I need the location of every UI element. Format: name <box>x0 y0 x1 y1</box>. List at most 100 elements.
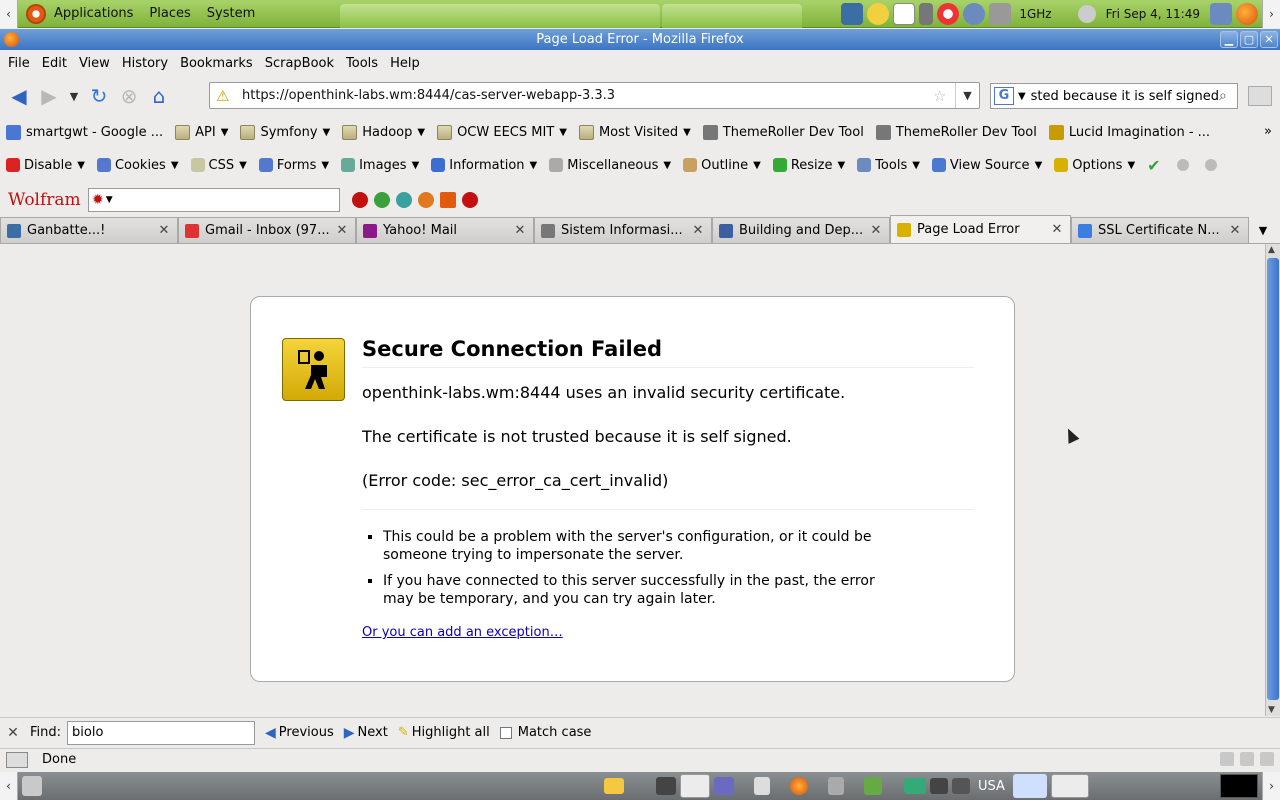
bookmark-item[interactable]: Most Visited ▼ <box>573 125 697 140</box>
show-desktop-icon[interactable] <box>22 776 42 796</box>
scroll-down-icon[interactable]: ▼ <box>1268 705 1275 715</box>
menu-file[interactable]: File <box>2 56 36 71</box>
thunderbird-icon[interactable] <box>841 2 864 25</box>
tab-3[interactable]: Sistem Informasi... ✕ <box>534 217 712 243</box>
reload-button[interactable]: ↻ <box>84 81 114 111</box>
taskbar-left-arrow[interactable]: ‹ <box>0 772 18 800</box>
scroll-up-icon[interactable]: ▲ <box>1268 245 1275 255</box>
back-button[interactable]: ◀ <box>4 81 34 111</box>
menu-help[interactable]: Help <box>384 56 426 71</box>
tab-6[interactable]: SSL Certificate N... ✕ <box>1071 217 1249 243</box>
tab-0[interactable]: Ganbatte...! ✕ <box>0 217 178 243</box>
menu-tools[interactable]: Tools <box>340 56 384 71</box>
image-task-icon[interactable] <box>864 777 882 795</box>
bookmark-item[interactable]: Symfony ▼ <box>234 125 336 140</box>
panel-right-arrow[interactable]: › <box>1262 0 1280 28</box>
help-icon[interactable] <box>937 2 960 25</box>
webdev-menu-tools[interactable]: Tools ▼ <box>851 158 926 173</box>
wolfram-orange-icon[interactable] <box>418 192 434 208</box>
close-tab-icon[interactable]: ✕ <box>335 223 349 238</box>
bookmark-item[interactable]: API ▼ <box>169 125 234 140</box>
validation-check-icon[interactable]: ✔ <box>1147 156 1160 175</box>
firefox-window-icon[interactable] <box>4 32 19 47</box>
network-icon[interactable] <box>919 2 934 25</box>
close-tab-icon[interactable]: ✕ <box>691 223 705 238</box>
google-search-engine-icon[interactable]: G <box>994 87 1014 105</box>
find-previous-button[interactable]: ◀ Previous <box>265 725 334 741</box>
wolfram-search-field[interactable]: ✹ ▼ <box>88 188 340 212</box>
tab-4[interactable]: Building and Dep... ✕ <box>712 217 890 243</box>
wolfram-star-icon[interactable]: ✹ <box>92 192 104 208</box>
network-task-icon[interactable] <box>904 778 926 794</box>
webdev-menu-disable[interactable]: Disable ▼ <box>0 158 91 173</box>
webdev-menu-miscellaneous[interactable]: Miscellaneous ▼ <box>543 158 677 173</box>
bookmark-item[interactable]: ThemeRoller Dev Tool <box>697 125 870 140</box>
webdev-menu-css[interactable]: CSS ▼ <box>185 158 253 173</box>
search-bar[interactable]: G ▼ ⌕ <box>990 83 1238 109</box>
keyboard-layout-indicator[interactable]: USA <box>978 779 1005 794</box>
terminal-tray-icon[interactable] <box>930 778 948 794</box>
bookmark-item[interactable]: OCW EECS MIT ▼ <box>431 125 573 140</box>
eclipse-task-icon[interactable] <box>714 777 734 795</box>
all-tabs-dropdown-icon[interactable]: ▼ <box>1249 217 1277 243</box>
url-bar[interactable]: ⚠ https://openthink-labs.wm:8444/cas-ser… <box>209 82 980 109</box>
tab-1[interactable]: Gmail - Inbox (97... ✕ <box>178 217 356 243</box>
wolfram-red-icon-2[interactable] <box>462 192 478 208</box>
search-input[interactable] <box>1029 88 1219 104</box>
workspace-switcher[interactable] <box>1050 774 1089 798</box>
panel-left-arrow[interactable]: ‹ <box>0 0 18 28</box>
search-engine-dropdown-icon[interactable]: ▼ <box>1018 91 1026 102</box>
bookmark-star-icon[interactable]: ☆ <box>933 87 955 105</box>
wolfram-green-icon[interactable] <box>374 192 390 208</box>
close-tab-icon[interactable]: ✕ <box>513 223 527 238</box>
document-task-icon[interactable] <box>754 777 770 795</box>
vertical-scrollbar[interactable]: ▲ ▼ <box>1265 244 1280 716</box>
wolfram-house-icon[interactable] <box>440 192 456 208</box>
stop-button[interactable]: ⊗ <box>114 81 144 111</box>
url-text[interactable]: https://openthink-labs.wm:8444/cas-serve… <box>242 88 933 103</box>
menu-scrapbook[interactable]: ScrapBook <box>259 56 340 71</box>
bookmark-item[interactable]: ThemeRoller Dev Tool <box>870 125 1043 140</box>
network-manager-icon[interactable] <box>1210 2 1232 25</box>
close-window-button[interactable]: ✕ <box>1260 31 1278 48</box>
status-dot-icon[interactable] <box>1176 159 1189 171</box>
menu-history[interactable]: History <box>116 56 174 71</box>
taskbar-right-arrow[interactable]: › <box>1262 772 1280 800</box>
webdev-menu-options[interactable]: Options ▼ <box>1048 158 1141 173</box>
firefox-task-button[interactable] <box>680 774 710 798</box>
forward-button[interactable]: ▶ <box>34 81 64 111</box>
webdev-menu-images[interactable]: Images ▼ <box>335 158 425 173</box>
wolfram-red-icon[interactable] <box>352 192 368 208</box>
panel-menu-places[interactable]: Places <box>141 6 198 21</box>
notes-icon[interactable] <box>893 2 916 25</box>
status-resize-grip-icon[interactable] <box>1260 752 1274 766</box>
webdev-menu-view-source[interactable]: View Source ▼ <box>926 158 1048 173</box>
find-input[interactable] <box>67 720 256 745</box>
terminal-task-icon[interactable] <box>656 777 676 795</box>
webdev-menu-information[interactable]: Information ▼ <box>425 158 543 173</box>
globe-icon[interactable] <box>963 2 986 25</box>
folder-task-icon[interactable] <box>604 778 624 794</box>
firefox-tray-icon[interactable] <box>1236 2 1258 25</box>
search-icon[interactable]: ⌕ <box>1219 88 1237 104</box>
history-dropdown-icon[interactable]: ▼ <box>64 81 84 111</box>
bookmark-item[interactable]: Hadoop ▼ <box>336 125 431 140</box>
webdev-menu-cookies[interactable]: Cookies ▼ <box>91 158 185 173</box>
menu-view[interactable]: View <box>73 56 116 71</box>
match-case-checkbox[interactable]: Match case <box>499 725 591 740</box>
tab-5[interactable]: Page Load Error ✕ <box>890 215 1071 243</box>
close-tab-icon[interactable]: ✕ <box>1228 223 1242 238</box>
status-addon-icon-2[interactable] <box>1240 752 1254 766</box>
panel-clock[interactable]: Fri Sep 4, 11:49 <box>1100 7 1206 21</box>
highlight-all-button[interactable]: ✎ Highlight all <box>398 725 490 740</box>
wolfram-teal-icon[interactable] <box>396 192 412 208</box>
maximize-button[interactable]: ▢ <box>1240 31 1258 48</box>
tab-2[interactable]: Yahoo! Mail ✕ <box>356 217 534 243</box>
close-find-bar-icon[interactable]: ✕ <box>0 725 26 741</box>
webdev-menu-forms[interactable]: Forms ▼ <box>253 158 335 173</box>
archive-task-icon[interactable] <box>828 777 844 795</box>
close-tab-icon[interactable]: ✕ <box>869 223 883 238</box>
close-tab-icon[interactable]: ✕ <box>1050 222 1064 237</box>
home-button[interactable]: ⌂ <box>144 81 174 111</box>
status-addon-icon[interactable] <box>1220 752 1234 766</box>
